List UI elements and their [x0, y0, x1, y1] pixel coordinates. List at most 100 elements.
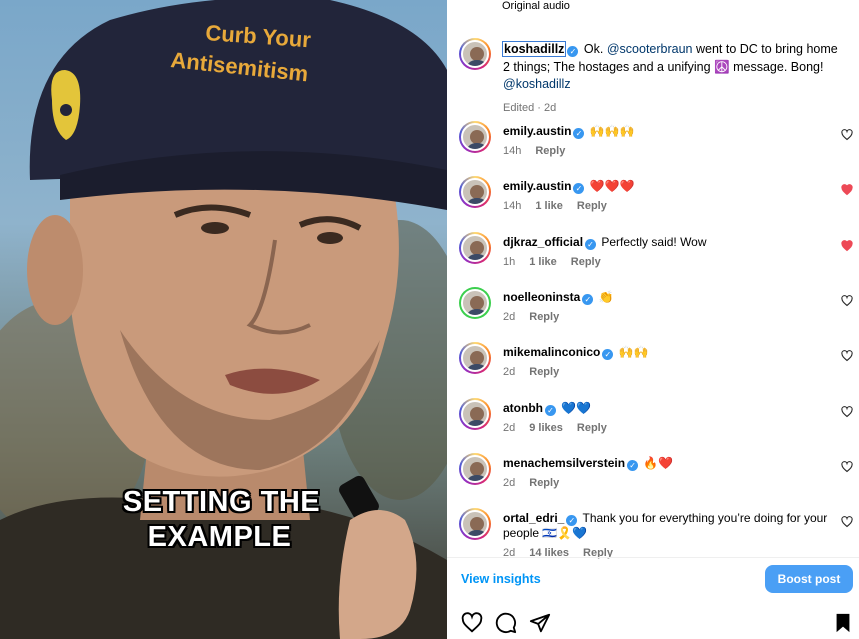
verified-icon: ✓	[573, 128, 585, 139]
comment-avatar[interactable]	[459, 452, 491, 485]
comment-icon[interactable]	[495, 612, 517, 634]
comment-heart-icon[interactable]	[841, 294, 853, 307]
comment-row: noelleoninsta ✓ 👏 2d Reply	[447, 286, 859, 342]
verified-icon: ✓	[566, 515, 578, 527]
caption-text-1: Ok.	[583, 42, 604, 56]
comment-avatar[interactable]	[459, 231, 491, 264]
action-bar	[459, 612, 855, 636]
comment-text: ❤️❤️❤️	[589, 179, 635, 194]
comment-text: Perfectly said! Wow	[601, 234, 707, 249]
comment-heart-icon[interactable]	[841, 405, 853, 418]
reply-button[interactable]: Reply	[535, 145, 565, 157]
heart-icon[interactable]	[461, 612, 483, 634]
comment-time: 2d	[503, 476, 516, 489]
verified-icon: ✓	[582, 293, 594, 305]
verified-icon: ✓	[567, 46, 579, 57]
comment-time: 2d	[503, 421, 516, 434]
comment-row: menachemsilverstein ✓ 🔥❤️ 2d Reply	[447, 452, 859, 508]
post-author-username[interactable]: koshadillz	[501, 41, 567, 57]
comment-row: emily.austin ✓ ❤️❤️❤️ 14h 1 like Reply	[447, 176, 859, 231]
video-caption-line2: EXAMPLE	[147, 521, 292, 553]
comment-meta: 2d Reply	[503, 311, 573, 323]
comment-likes[interactable]: 1 like	[535, 200, 563, 212]
verified-icon: ✓	[573, 183, 585, 195]
comment-username[interactable]: mikemalinconico	[503, 345, 600, 359]
comment-username[interactable]: atonbh	[503, 401, 543, 415]
comment-text: 🙌🙌	[618, 345, 649, 360]
boost-post-button[interactable]: Boost post	[765, 565, 853, 593]
comment-heart-icon[interactable]	[841, 460, 853, 473]
caption-mention[interactable]: @scooterbraun	[607, 42, 693, 56]
peace-icon: ☮️	[714, 59, 730, 74]
comment-time: 2d	[503, 310, 516, 323]
comment-text: 🙌🙌🙌	[589, 124, 635, 138]
verified-icon: ✓	[545, 404, 556, 416]
divider	[447, 557, 859, 558]
verified-icon: ✓	[627, 459, 639, 471]
comment-time: 14h	[503, 145, 522, 157]
comment-likes[interactable]: 1 like	[529, 256, 557, 268]
comment-avatar[interactable]	[459, 176, 491, 209]
comment-username[interactable]: djkraz_official	[503, 235, 583, 249]
original-audio-label[interactable]: Original audio	[502, 0, 570, 12]
verified-icon: ✓	[585, 238, 597, 250]
comment-row: ortal_edri_ ✓ Thank you for everything yo…	[447, 508, 859, 563]
reply-button[interactable]: Reply	[577, 200, 607, 212]
share-icon[interactable]	[529, 612, 551, 634]
comment-avatar[interactable]	[459, 342, 491, 375]
comment-avatar[interactable]	[459, 121, 491, 153]
comment-username[interactable]: emily.austin	[503, 124, 571, 138]
reply-button[interactable]: Reply	[529, 477, 559, 489]
comment-username[interactable]: menachemsilverstein	[503, 456, 625, 470]
comment-row: djkraz_official ✓ Perfectly said! Wow 1h 1 …	[447, 231, 859, 287]
comment-time: 14h	[503, 200, 522, 213]
post-caption: koshadillz ✓ Ok. @scooterbraun went to DC…	[501, 41, 843, 117]
comment-avatar[interactable]	[459, 286, 491, 319]
comment-avatar[interactable]	[459, 397, 491, 430]
video-caption-line1: SETTING THE	[122, 486, 321, 518]
comment-row: atonbh ✓ 💙💙 2d 9 likes Reply	[447, 397, 859, 453]
comment-heart-icon[interactable]	[841, 350, 853, 362]
comment-time: 2d	[503, 366, 516, 379]
comment-text-block: atonbh ✓ 💙💙	[503, 401, 833, 416]
comment-text: 👏	[598, 289, 614, 304]
comment-row: mikemalinconico ✓ 🙌🙌 2d Reply	[447, 342, 859, 397]
post-meta: Edited · 2d	[503, 101, 557, 114]
reply-button[interactable]: Reply	[577, 422, 607, 434]
comment-meta: 14h 1 like Reply	[503, 200, 621, 212]
comment-username[interactable]: emily.austin	[503, 179, 571, 193]
comments-panel: Original audio koshadillz ✓ Ok. @scooterb…	[447, 0, 859, 639]
comment-heart-icon[interactable]	[841, 239, 853, 252]
post-media[interactable]: Curb Your Antisemitism SETTING THE EXAMP…	[0, 0, 447, 639]
comment-username[interactable]: ortal_edri_	[503, 511, 564, 525]
bookmark-icon[interactable]	[833, 612, 853, 634]
comment-meta: 2d Reply	[503, 477, 573, 489]
comment-row: emily.austin ✓ 🙌🙌🙌 14h Reply	[447, 121, 859, 176]
reply-button[interactable]: Reply	[529, 366, 559, 378]
comment-text-block: ortal_edri_ ✓ Thank you for everything yo…	[503, 511, 833, 541]
comment-text-block: emily.austin ✓ 🙌🙌🙌	[503, 124, 833, 139]
caption-text-3: message. Bong!	[733, 59, 824, 74]
comment-username[interactable]: noelleoninsta	[503, 290, 580, 304]
view-insights-link[interactable]: View insights	[461, 572, 541, 586]
comment-text-block: mikemalinconico ✓ 🙌🙌	[503, 345, 833, 361]
comment-text: 💙💙	[561, 400, 592, 415]
reply-button[interactable]: Reply	[529, 311, 559, 323]
reply-button[interactable]: Reply	[571, 256, 601, 268]
comment-heart-icon[interactable]	[841, 129, 853, 141]
comment-text: 🔥❤️	[643, 455, 674, 470]
post-author-avatar[interactable]	[459, 38, 491, 70]
comment-heart-icon[interactable]	[841, 184, 853, 196]
comment-meta: 14h Reply	[503, 145, 579, 157]
comment-time: 1h	[503, 255, 516, 268]
verified-icon: ✓	[602, 349, 614, 361]
comment-likes[interactable]: 9 likes	[529, 422, 563, 434]
caption-mention-2[interactable]: @koshadillz	[503, 77, 571, 91]
comment-text-block: menachemsilverstein ✓ 🔥❤️	[503, 456, 833, 471]
comment-text-block: noelleoninsta ✓ 👏	[503, 290, 833, 305]
comment-text-block: djkraz_official ✓ Perfectly said! Wow	[503, 235, 833, 250]
comment-avatar[interactable]	[459, 508, 491, 541]
comment-meta: 2d 9 likes Reply	[503, 422, 621, 434]
comment-meta: 1h 1 like Reply	[503, 256, 615, 268]
comment-heart-icon[interactable]	[841, 516, 853, 528]
